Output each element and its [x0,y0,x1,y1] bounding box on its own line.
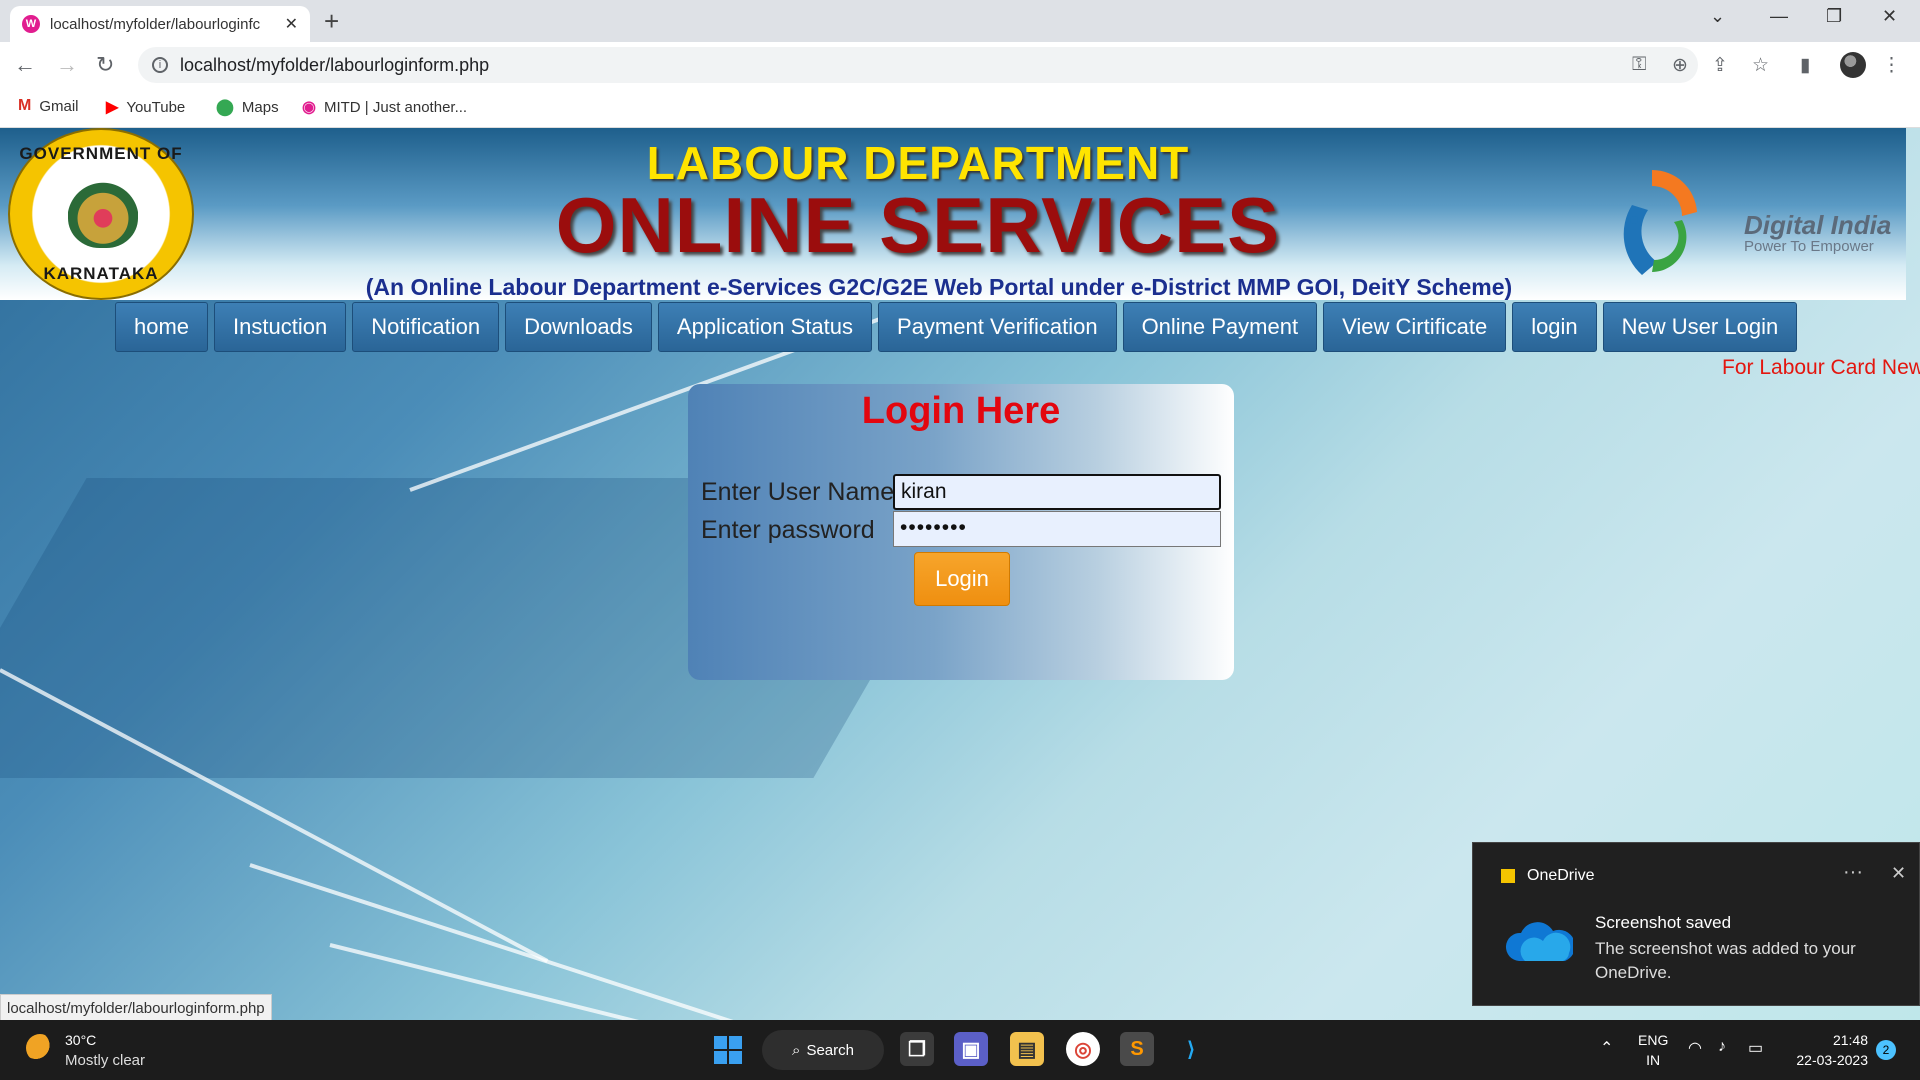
windows-start-icon[interactable] [714,1036,742,1064]
nav-home[interactable]: home [115,302,209,352]
tab-strip: W localhost/myfolder/labourloginfc ✕ + ⌄… [0,0,1920,42]
close-window-button[interactable]: ✕ [1882,6,1897,27]
password-key-icon[interactable]: ⚿ [1632,54,1646,76]
task-view-icon[interactable]: ❐ [900,1032,934,1066]
taskbar-search[interactable]: ⌕ Search [762,1030,884,1070]
nav-payment-verification[interactable]: Payment Verification [878,302,1117,352]
nav-view-certificate[interactable]: View Cirtificate [1323,302,1507,352]
bookmarks-bar: M Gmail ▶ YouTube ⬤ Maps ◉ MITD | Just a… [0,88,1920,128]
nav-new-user-login[interactable]: New User Login [1602,302,1798,352]
site-favicon-icon: W [22,15,40,33]
minimize-button[interactable]: — [1770,6,1788,27]
zoom-icon[interactable]: ⊕ [1672,54,1688,77]
wifi-icon[interactable]: ◠ [1688,1038,1702,1058]
forward-icon[interactable]: → [56,52,78,78]
username-input[interactable] [893,474,1221,510]
bookmark-maps[interactable]: ⬤ Maps [216,97,279,117]
vscode-icon[interactable]: ⟩ [1174,1032,1208,1066]
bookmark-youtube[interactable]: ▶ YouTube [106,97,185,117]
digital-india-tagline: Power To Empower [1744,238,1874,255]
close-icon[interactable]: ✕ [1891,863,1906,884]
main-nav: home Instuction Notification Downloads A… [115,302,1798,354]
weather-moon-icon[interactable] [26,1034,54,1062]
teams-chat-icon[interactable]: ▣ [954,1032,988,1066]
menu-dots-icon[interactable]: ⋮ [1882,54,1901,77]
nav-login[interactable]: login [1512,302,1597,352]
bookmark-mitd[interactable]: ◉ MITD | Just another... [302,97,467,117]
more-options-icon[interactable]: ··· [1843,861,1863,884]
language-code: ENG [1638,1032,1669,1048]
toast-body: The screenshot was added to your OneDriv… [1595,939,1856,982]
onedrive-notification[interactable]: OneDrive ··· ✕ Screenshot saved The scre… [1472,842,1920,1006]
share-icon[interactable]: ⇪ [1712,54,1728,77]
back-icon[interactable]: ← [14,52,36,78]
reload-icon[interactable]: ↻ [96,52,114,78]
search-label: Search [806,1041,854,1059]
chrome-icon[interactable]: ◎ [1066,1032,1100,1066]
volume-icon[interactable]: ♪ [1718,1038,1726,1056]
tab-search-icon[interactable]: ⌄ [1710,6,1725,27]
bookmark-label: Gmail [39,97,79,115]
restore-button[interactable]: ❐ [1826,6,1842,27]
header-banner: GOVERNMENT OF KARNATAKA LABOUR DEPARTMEN… [0,128,1906,300]
new-tab-button[interactable]: + [324,6,339,37]
password-input[interactable]: •••••••• [893,511,1221,547]
youtube-icon: ▶ [106,99,119,116]
browser-tab[interactable]: W localhost/myfolder/labourloginfc ✕ [10,6,310,42]
nav-downloads[interactable]: Downloads [505,302,652,352]
login-button[interactable]: Login [914,552,1010,606]
mitd-icon: ◉ [302,99,316,116]
portal-tagline: (An Online Labour Department e-Services … [365,274,1513,300]
clock-date: 22-03-2023 [1796,1052,1868,1068]
weather-description[interactable]: Mostly clear [65,1052,145,1069]
nav-online-payment[interactable]: Online Payment [1122,302,1318,352]
toast-app-name: OneDrive [1527,867,1595,884]
bookmark-label: YouTube [126,98,186,116]
url-text: localhost/myfolder/labourloginform.php [180,54,490,75]
clock-time: 21:48 [1832,1032,1868,1048]
onedrive-app-icon [1501,869,1515,883]
bookmark-gmail[interactable]: M Gmail [18,97,79,115]
gmail-icon: M [18,97,32,114]
bookmark-label: Maps [241,98,279,116]
onedrive-cloud-icon [1505,922,1573,961]
show-hidden-icons-icon[interactable]: ⌃ [1600,1038,1613,1058]
weather-temperature[interactable]: 30°C [65,1032,96,1048]
link-status-bar: localhost/myfolder/labourloginform.php [0,994,272,1022]
toast-header: OneDrive [1501,867,1595,885]
file-explorer-icon[interactable]: ▤ [1010,1032,1044,1066]
sublime-text-icon[interactable]: S [1120,1032,1154,1066]
side-panel-icon[interactable]: ▮ [1800,54,1810,77]
nav-instruction[interactable]: Instuction [214,302,347,352]
region-code: IN [1646,1052,1661,1068]
login-heading: Login Here [861,390,1061,432]
close-tab-icon[interactable]: ✕ [285,14,298,34]
digital-india-text: Digital India [1744,210,1892,240]
nav-notification[interactable]: Notification [352,302,500,352]
username-label: Enter User Name [701,478,895,506]
background-streak [329,943,797,1020]
taskbar: 30°C Mostly clear ⌕ Search ❐ ▣ ▤ ◎ S ⟩ ⌃… [0,1020,1920,1080]
online-services-title: ONLINE SERVICES [555,181,1281,269]
scrolling-notice[interactable]: For Labour Card New [1722,356,1920,380]
profile-avatar[interactable] [1840,52,1866,78]
password-label: Enter password [701,516,875,544]
maps-pin-icon: ⬤ [216,99,234,116]
notification-badge[interactable]: 2 [1876,1040,1896,1060]
login-form: Login Here Enter User Name Enter passwor… [688,384,1234,680]
bookmark-label: MITD | Just another... [323,98,468,116]
input-language[interactable]: ENG IN [1638,1030,1668,1070]
search-icon: ⌕ [792,1041,801,1059]
system-clock[interactable]: 21:48 22-03-2023 [1788,1030,1868,1070]
tab-title: localhost/myfolder/labourloginfc [50,15,261,33]
site-info-icon[interactable]: i [152,57,168,73]
browser-toolbar: ← → ↻ i localhost/myfolder/labourloginfo… [0,42,1920,88]
nav-application-status[interactable]: Application Status [657,302,873,352]
bookmark-star-icon[interactable]: ☆ [1752,54,1769,77]
battery-icon[interactable]: ▭ [1748,1038,1763,1058]
address-bar[interactable]: i localhost/myfolder/labourloginform.php [138,47,1698,83]
digital-india-logo-icon [1623,169,1697,275]
toast-title: Screenshot saved [1595,913,1732,932]
